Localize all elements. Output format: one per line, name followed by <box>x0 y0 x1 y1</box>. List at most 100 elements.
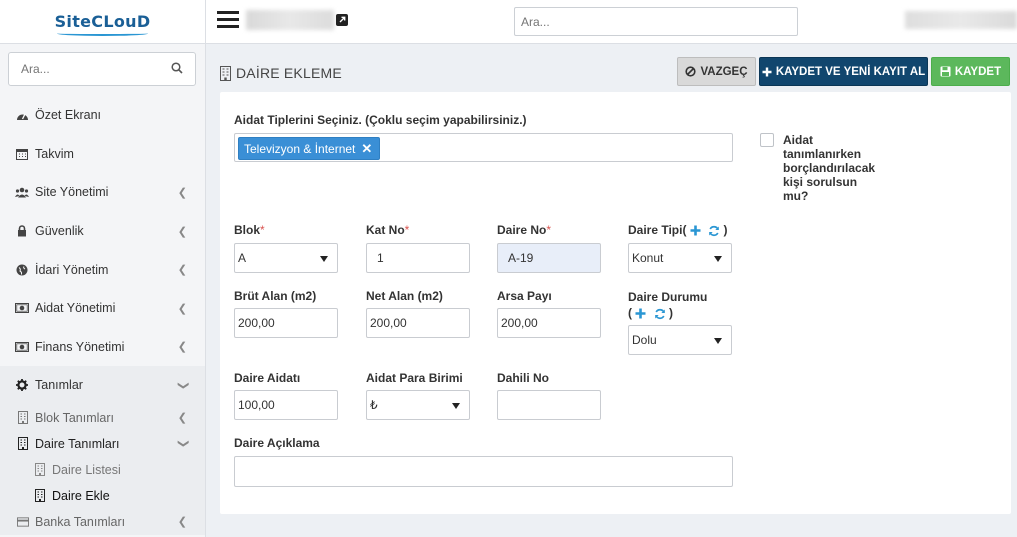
daire-durumu-select[interactable]: Dolu <box>628 325 732 355</box>
sidebar-item-label: Finans Yönetimi <box>35 339 125 354</box>
sidebar-item-label: Aidat Yönetimi <box>35 301 116 316</box>
para-birimi-select-value: ₺ <box>370 398 378 412</box>
daire-no-input[interactable] <box>497 243 601 273</box>
building-icon <box>220 65 231 81</box>
page-title: DAİRE EKLEME <box>220 65 342 81</box>
selected-tag: Televizyon & İnternet ✕ <box>238 137 381 160</box>
chevron-left-icon: ❮ <box>177 186 187 199</box>
net-alan-input[interactable] <box>366 308 470 338</box>
sidebar-menu: Özet Ekranı Takvim Site Yönetimi ❮ Güven… <box>0 96 205 535</box>
daire-tipi-select-value: Konut <box>632 251 664 265</box>
money-icon <box>15 340 29 353</box>
dahili-no-label: Dahili No <box>497 371 550 385</box>
net-alan-label: Net Alan (m2) <box>366 289 443 303</box>
brut-alan-input[interactable] <box>234 308 338 338</box>
add-icon[interactable] <box>690 225 701 236</box>
kat-no-input[interactable] <box>366 243 470 273</box>
top-bar <box>206 0 1017 44</box>
chevron-down-icon: ❮ <box>176 439 189 449</box>
ask-debtor-checkbox-label: Aidat tanımlanırken borçlandırılacak kiş… <box>783 133 876 203</box>
menu-toggle-icon[interactable] <box>217 11 239 29</box>
top-search <box>514 7 798 36</box>
dues-types-multiselect[interactable]: Televizyon & İnternet ✕ <box>234 133 733 162</box>
form-panel: Aidat Tiplerini Seçiniz. (Çoklu seçim ya… <box>220 92 1011 514</box>
kat-no-label: Kat No* <box>366 223 410 237</box>
page-title-text: DAİRE EKLEME <box>236 65 342 81</box>
dashboard-icon <box>15 109 29 122</box>
sidebar-item-takvim[interactable]: Takvim <box>0 135 205 174</box>
chevron-left-icon: ❮ <box>177 412 187 425</box>
daire-tipi-label: Daire Tipi( ) <box>628 223 728 237</box>
sidebar-item-label: Takvim <box>35 146 74 161</box>
refresh-icon[interactable] <box>654 308 666 320</box>
daire-aidati-label: Daire Aidatı <box>234 371 301 385</box>
cancel-button[interactable]: VAZGEÇ <box>677 57 756 86</box>
sidebar: SiteCLouD Özet Ekranı Takvim Site Yöneti… <box>0 0 206 537</box>
sidebar-item-label: Banka Tanımları <box>35 514 126 529</box>
arsa-payi-input[interactable] <box>497 308 601 338</box>
para-birimi-select[interactable]: ₺ <box>366 390 470 420</box>
user-menu-redacted[interactable] <box>905 11 1017 29</box>
dues-types-label: Aidat Tiplerini Seçiniz. (Çoklu seçim ya… <box>234 113 527 127</box>
save-button[interactable]: KAYDET <box>931 57 1010 86</box>
arsa-payi-label: Arsa Payı <box>497 289 552 303</box>
save-and-new-button[interactable]: KAYDET VE YENİ KAYIT AL <box>759 57 928 86</box>
daire-no-label: Daire No* <box>497 223 552 237</box>
add-icon[interactable] <box>635 308 646 319</box>
cancel-button-label: VAZGEÇ <box>700 65 748 78</box>
plus-icon <box>762 67 772 77</box>
chevron-left-icon: ❮ <box>177 341 187 354</box>
search-icon[interactable] <box>171 62 183 74</box>
lock-icon <box>15 225 29 238</box>
brut-alan-label: Brüt Alan (m2) <box>234 289 317 303</box>
chevron-down-icon: ❮ <box>176 380 189 391</box>
sidebar-item-site-yonetimi[interactable]: Site Yönetimi ❮ <box>0 173 205 212</box>
save-and-new-button-label: KAYDET VE YENİ KAYIT AL <box>775 65 926 78</box>
logo[interactable]: SiteCLouD <box>54 12 151 36</box>
ban-icon <box>685 66 697 77</box>
building-icon <box>34 463 46 477</box>
chevron-left-icon: ❮ <box>177 225 187 238</box>
dahili-no-input[interactable] <box>497 390 601 420</box>
refresh-icon[interactable] <box>708 225 720 237</box>
caret-down-icon <box>320 256 328 262</box>
daire-aidati-input[interactable] <box>234 390 338 420</box>
sidebar-search-input[interactable] <box>9 53 159 85</box>
sidebar-item-guvenlik[interactable]: Güvenlik ❮ <box>0 212 205 251</box>
blok-label: Blok* <box>234 223 265 237</box>
sidebar-search <box>8 52 196 86</box>
daire-aciklama-textarea[interactable] <box>234 456 733 487</box>
caret-down-icon <box>452 403 460 409</box>
sidebar-item-tanimlar[interactable]: Tanımlar ❮ <box>0 366 205 405</box>
money-icon <box>15 302 29 315</box>
sidebar-item-label: İdari Yönetim <box>35 262 109 277</box>
sidebar-item-aidat-yonetimi[interactable]: Aidat Yönetimi ❮ <box>0 289 205 328</box>
sidebar-item-daire-listesi[interactable]: Daire Listesi <box>0 457 205 483</box>
daire-tipi-select[interactable]: Konut <box>628 243 732 273</box>
para-birimi-label: Aidat Para Birimi <box>366 371 463 385</box>
close-icon[interactable]: ✕ <box>361 141 372 157</box>
logo-area: SiteCLouD <box>0 0 205 44</box>
sidebar-item-finans-yonetimi[interactable]: Finans Yönetimi ❮ <box>0 328 205 367</box>
sidebar-item-banka-tanimlari[interactable]: Banka Tanımları ❮ <box>0 509 205 535</box>
sidebar-item-label: Blok Tanımları <box>35 410 114 425</box>
sidebar-item-blok-tanimlari[interactable]: Blok Tanımları ❮ <box>0 405 205 431</box>
blok-select[interactable]: A <box>234 243 338 273</box>
building-icon <box>34 489 46 503</box>
sidebar-item-label: Daire Tanımları <box>35 436 120 451</box>
sidebar-item-daire-ekle[interactable]: Daire Ekle <box>0 483 205 509</box>
top-search-input[interactable] <box>515 8 797 35</box>
credit-card-icon <box>17 515 29 529</box>
sidebar-item-ozet-ekrani[interactable]: Özet Ekranı <box>0 96 205 135</box>
gear-icon <box>15 379 29 392</box>
selected-tag-label: Televizyon & İnternet <box>244 141 356 156</box>
external-link-icon[interactable] <box>336 14 348 26</box>
sidebar-item-idari-yonetim[interactable]: İdari Yönetim ❮ <box>0 250 205 289</box>
sidebar-item-daire-tanimlari[interactable]: Daire Tanımları ❮ <box>0 431 205 457</box>
logo-text: SiteCLouD <box>54 12 151 31</box>
chevron-left-icon: ❮ <box>177 302 187 315</box>
sidebar-item-label: Tanımlar <box>35 378 83 393</box>
tanimlar-submenu: Blok Tanımları ❮ Daire Tanımları ❮ Daire… <box>0 404 205 535</box>
ask-debtor-checkbox[interactable] <box>760 133 774 147</box>
daire-durumu-select-value: Dolu <box>632 333 657 347</box>
